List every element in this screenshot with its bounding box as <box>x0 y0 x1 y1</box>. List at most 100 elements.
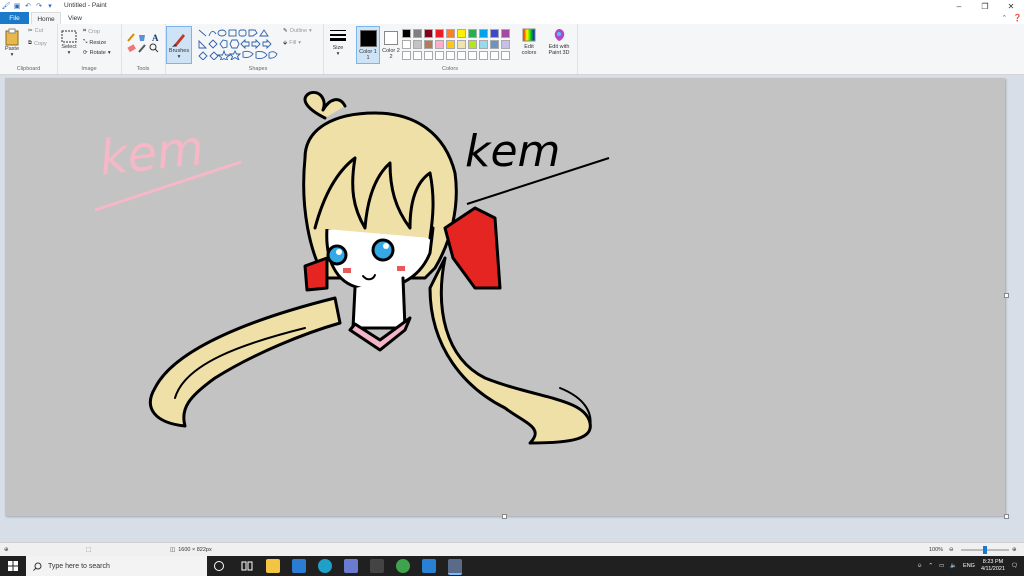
file-menu-tab[interactable]: File <box>0 12 29 24</box>
palette-swatch[interactable] <box>468 40 477 49</box>
outline-dropdown[interactable]: ✎ Outline ▾ <box>283 28 312 34</box>
copy-button[interactable]: ⧉ Copy <box>28 40 47 47</box>
restore-button[interactable]: ❐ <box>972 0 998 12</box>
palette-swatch[interactable] <box>457 29 466 38</box>
redo-icon[interactable]: ↷ <box>35 2 43 10</box>
fill-dropdown[interactable]: ⬙ Fill ▾ <box>283 40 301 46</box>
palette-swatch[interactable] <box>468 29 477 38</box>
brushes-button[interactable]: Brushes ▾ <box>166 26 192 64</box>
resize-button[interactable]: ⤡ Resize <box>83 39 106 46</box>
size-button[interactable]: Size ▾ <box>329 27 347 57</box>
clock[interactable]: 8:23 PM 4/11/2021 <box>981 559 1005 573</box>
palette-swatch[interactable] <box>501 29 510 38</box>
volume-icon[interactable]: 🔈 <box>950 563 957 569</box>
palette-swatch[interactable] <box>490 40 499 49</box>
help-icon[interactable]: ❓ <box>1013 14 1022 22</box>
palette-swatch[interactable] <box>468 51 477 60</box>
taskbar: Type here to search ☺ ⌃ ▭ 🔈 ENG 8:23 PM … <box>0 556 1024 576</box>
shapes-gallery[interactable] <box>197 28 279 60</box>
eraser-icon[interactable] <box>127 44 136 53</box>
palette-swatch[interactable] <box>413 29 422 38</box>
palette-swatch[interactable] <box>490 29 499 38</box>
magnifier-icon[interactable] <box>149 43 159 53</box>
palette-swatch[interactable] <box>402 40 411 49</box>
select-button[interactable]: Select ▾ <box>61 28 77 56</box>
task-view-icon[interactable] <box>240 559 254 573</box>
palette-swatch[interactable] <box>402 51 411 60</box>
crop-icon: ⌗ <box>83 28 87 34</box>
cut-button[interactable]: ✂ Cut <box>28 28 43 34</box>
media-app-icon[interactable] <box>370 559 384 573</box>
fill-bucket-icon[interactable] <box>139 35 145 41</box>
zoom-out-button[interactable]: ⊖ <box>949 543 954 557</box>
mail-icon[interactable] <box>292 559 306 573</box>
palette-swatch[interactable] <box>413 51 422 60</box>
palette-swatch[interactable] <box>402 29 411 38</box>
edge-icon[interactable] <box>318 559 332 573</box>
color1-button[interactable]: Color 1 1 <box>356 26 380 64</box>
palette-swatch[interactable] <box>435 29 444 38</box>
resize-handle-right[interactable] <box>1004 293 1009 298</box>
people-icon[interactable]: ☺ <box>917 563 923 569</box>
paint-taskbar-icon[interactable] <box>448 559 462 575</box>
palette-swatch[interactable] <box>435 40 444 49</box>
edit-paint3d-button[interactable]: Edit with Paint 3D <box>544 28 574 56</box>
palette-swatch[interactable] <box>446 29 455 38</box>
resize-handle-bottom[interactable] <box>502 514 507 519</box>
taskbar-search[interactable]: Type here to search <box>26 556 207 576</box>
notifications-icon[interactable]: 🗨 <box>1011 563 1018 569</box>
undo-icon[interactable]: ↶ <box>24 2 32 10</box>
rotate-button[interactable]: ⟳ Rotate ▾ <box>83 50 111 56</box>
palette-swatch[interactable] <box>479 29 488 38</box>
collapse-ribbon-icon[interactable]: ⌃ <box>1001 14 1007 22</box>
palette-swatch[interactable] <box>479 51 488 60</box>
line-size-icon <box>330 30 346 41</box>
drawing-canvas[interactable]: kem kem <box>5 78 1005 516</box>
resize-handle-corner[interactable] <box>1004 514 1009 519</box>
cortana-icon[interactable] <box>214 561 224 571</box>
palette-swatch[interactable] <box>446 40 455 49</box>
palette-swatch[interactable] <box>413 40 422 49</box>
save-icon[interactable]: ▣ <box>13 2 21 10</box>
canvas-size-icon: ◫ <box>170 547 176 553</box>
minimize-button[interactable]: – <box>946 0 972 12</box>
photos-icon[interactable] <box>422 559 436 573</box>
close-button[interactable]: ✕ <box>998 0 1024 12</box>
language-indicator[interactable]: ENG <box>963 563 975 569</box>
palette-swatch[interactable] <box>424 51 433 60</box>
rotate-icon: ⟳ <box>83 50 88 56</box>
network-icon[interactable]: ▭ <box>939 563 944 569</box>
palette-swatch[interactable] <box>424 29 433 38</box>
palette-swatch[interactable] <box>490 51 499 60</box>
palette-swatch[interactable] <box>446 51 455 60</box>
color-picker-icon[interactable] <box>138 44 146 53</box>
pink-kem-text: kem <box>97 120 206 187</box>
color2-button[interactable]: Color 2 2 <box>380 26 402 62</box>
tools-group: A Tools <box>121 24 166 74</box>
store-icon[interactable] <box>344 559 358 573</box>
palette-swatch[interactable] <box>479 40 488 49</box>
pencil-icon[interactable] <box>127 33 135 42</box>
customize-dropdown-icon[interactable]: ▾ <box>46 2 54 10</box>
tab-view[interactable]: View <box>62 12 88 24</box>
zoom-slider-thumb[interactable] <box>983 546 987 554</box>
start-button[interactable] <box>0 556 26 576</box>
palette-swatch[interactable] <box>457 51 466 60</box>
zoom-in-button[interactable]: ⊕ <box>1012 543 1017 557</box>
edit-colors-button[interactable]: Edit colors <box>518 28 540 56</box>
shapes-group: ✎ Outline ▾ ⬙ Fill ▾ Shapes <box>193 24 324 74</box>
crop-button[interactable]: ⌗ Crop <box>83 28 100 35</box>
select-icon <box>61 30 77 43</box>
paste-button[interactable]: Paste ▾ <box>4 28 20 58</box>
file-explorer-icon[interactable] <box>266 559 280 573</box>
show-hidden-icons[interactable]: ⌃ <box>928 563 933 569</box>
palette-swatch[interactable] <box>424 40 433 49</box>
palette-swatch[interactable] <box>435 51 444 60</box>
palette-swatch[interactable] <box>457 40 466 49</box>
image-group: Select ▾ ⌗ Crop ⤡ Resize ⟳ Rotate ▾ Image <box>57 24 122 74</box>
chrome-icon[interactable] <box>396 559 410 573</box>
text-tool-icon[interactable]: A <box>152 33 159 43</box>
palette-swatch[interactable] <box>501 40 510 49</box>
search-placeholder: Type here to search <box>48 562 110 570</box>
palette-swatch[interactable] <box>501 51 510 60</box>
